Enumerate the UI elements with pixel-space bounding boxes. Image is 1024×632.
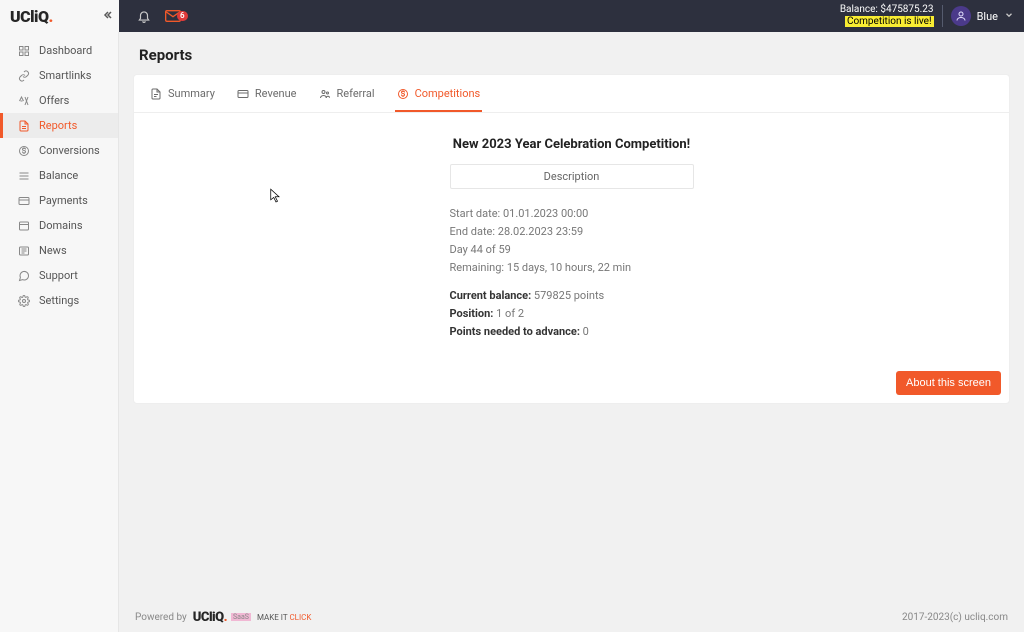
sidebar-item-settings[interactable]: Settings	[0, 288, 118, 313]
tab-label: Referral	[337, 87, 375, 100]
sidebar-item-label: Smartlinks	[39, 69, 91, 82]
topbar-right: Balance: $475875.23 Competition is live!…	[840, 4, 1024, 28]
sidebar-item-label: News	[39, 244, 67, 257]
competition-info: Start date: 01.01.2023 00:00 End date: 2…	[450, 205, 694, 341]
chevron-down-icon	[1004, 10, 1014, 23]
support-icon	[17, 270, 31, 282]
logo: UCliQ.	[10, 7, 53, 26]
current-balance-row: Current balance: 579825 points	[450, 287, 694, 305]
report-card: Summary Revenue Referral Competitions Ne…	[133, 74, 1010, 404]
tab-label: Competitions	[415, 87, 481, 100]
sidebar-item-news[interactable]: News	[0, 238, 118, 263]
revenue-icon	[237, 88, 249, 100]
balance-block: Balance: $475875.23 Competition is live!	[840, 4, 934, 28]
mail-button[interactable]: 6	[165, 10, 188, 22]
competition-content: New 2023 Year Celebration Competition! D…	[134, 113, 1009, 351]
page-title: Reports	[119, 32, 1024, 74]
domains-icon	[17, 220, 31, 232]
sidebar-item-label: Domains	[39, 219, 83, 232]
offers-icon	[17, 95, 31, 107]
sidebar-item-domains[interactable]: Domains	[0, 213, 118, 238]
tab-revenue[interactable]: Revenue	[235, 75, 299, 112]
referral-icon	[319, 88, 331, 100]
sidebar-item-label: Offers	[39, 94, 69, 107]
tabs: Summary Revenue Referral Competitions	[134, 75, 1009, 113]
competition-description-header[interactable]: Description	[450, 164, 694, 189]
mail-badge: 6	[177, 11, 188, 21]
dashboard-icon	[17, 45, 31, 57]
points-needed-row: Points needed to advance: 0	[450, 323, 694, 341]
sidebar-item-support[interactable]: Support	[0, 263, 118, 288]
conversions-icon	[17, 145, 31, 157]
sidebar-item-label: Conversions	[39, 144, 100, 157]
bell-icon[interactable]	[137, 9, 151, 23]
sidebar-item-label: Settings	[39, 294, 79, 307]
sidebar-item-label: Reports	[39, 119, 77, 132]
footer-powered: Powered by UCliQ. SaaS MAKE IT CLICK	[135, 610, 311, 625]
user-name: Blue	[977, 10, 998, 23]
start-date-row: Start date: 01.01.2023 00:00	[450, 205, 694, 223]
main: Reports Summary Revenue Referral Competi…	[119, 32, 1024, 602]
reports-icon	[17, 120, 31, 132]
end-date-row: End date: 28.02.2023 23:59	[450, 223, 694, 241]
sidebar: Dashboard Smartlinks Offers Reports Conv…	[0, 32, 119, 632]
topbar: UCliQ. 6 Balance: $475875.23 Competition…	[0, 0, 1024, 32]
tab-summary[interactable]: Summary	[148, 75, 217, 112]
sidebar-item-dashboard[interactable]: Dashboard	[0, 38, 118, 63]
gear-icon	[17, 295, 31, 307]
news-icon	[17, 245, 31, 257]
sidebar-item-payments[interactable]: Payments	[0, 188, 118, 213]
footer-logo: UCliQ.	[193, 610, 227, 625]
remaining-row: Remaining: 15 days, 10 hours, 22 min	[450, 259, 694, 277]
link-icon	[17, 70, 31, 82]
sidebar-item-smartlinks[interactable]: Smartlinks	[0, 63, 118, 88]
avatar	[951, 6, 971, 26]
tab-label: Summary	[168, 87, 215, 100]
sidebar-item-label: Dashboard	[39, 44, 92, 57]
logo-area: UCliQ.	[0, 0, 119, 32]
position-row: Position: 1 of 2	[450, 305, 694, 323]
powered-by-label: Powered by	[135, 612, 187, 623]
footer-slogan: MAKE IT CLICK	[257, 613, 311, 622]
footer: Powered by UCliQ. SaaS MAKE IT CLICK 201…	[119, 602, 1024, 632]
about-screen-button[interactable]: About this screen	[896, 371, 1001, 395]
day-progress-row: Day 44 of 59	[450, 241, 694, 259]
sidebar-item-balance[interactable]: Balance	[0, 163, 118, 188]
tab-referral[interactable]: Referral	[317, 75, 377, 112]
sidebar-item-label: Support	[39, 269, 78, 282]
competitions-icon	[397, 88, 409, 100]
balance-text: Balance: $475875.23	[840, 4, 934, 16]
sidebar-collapse-button[interactable]	[101, 9, 113, 24]
divider	[942, 5, 943, 27]
competition-live-flag: Competition is live!	[845, 16, 934, 27]
competition-title: New 2023 Year Celebration Competition!	[154, 137, 989, 152]
sidebar-item-label: Payments	[39, 194, 88, 207]
sidebar-item-label: Balance	[39, 169, 78, 182]
summary-icon	[150, 88, 162, 100]
sidebar-item-offers[interactable]: Offers	[0, 88, 118, 113]
tab-label: Revenue	[255, 87, 297, 100]
user-menu[interactable]: Blue	[951, 6, 1014, 26]
sidebar-item-reports[interactable]: Reports	[0, 113, 118, 138]
sidebar-item-conversions[interactable]: Conversions	[0, 138, 118, 163]
footer-tag: SaaS	[231, 613, 251, 621]
payments-icon	[17, 195, 31, 207]
balance-icon	[17, 170, 31, 182]
footer-copyright: 2017-2023(c) ucliq.com	[902, 612, 1008, 623]
top-icons: 6	[119, 9, 188, 23]
tab-competitions[interactable]: Competitions	[395, 75, 483, 112]
